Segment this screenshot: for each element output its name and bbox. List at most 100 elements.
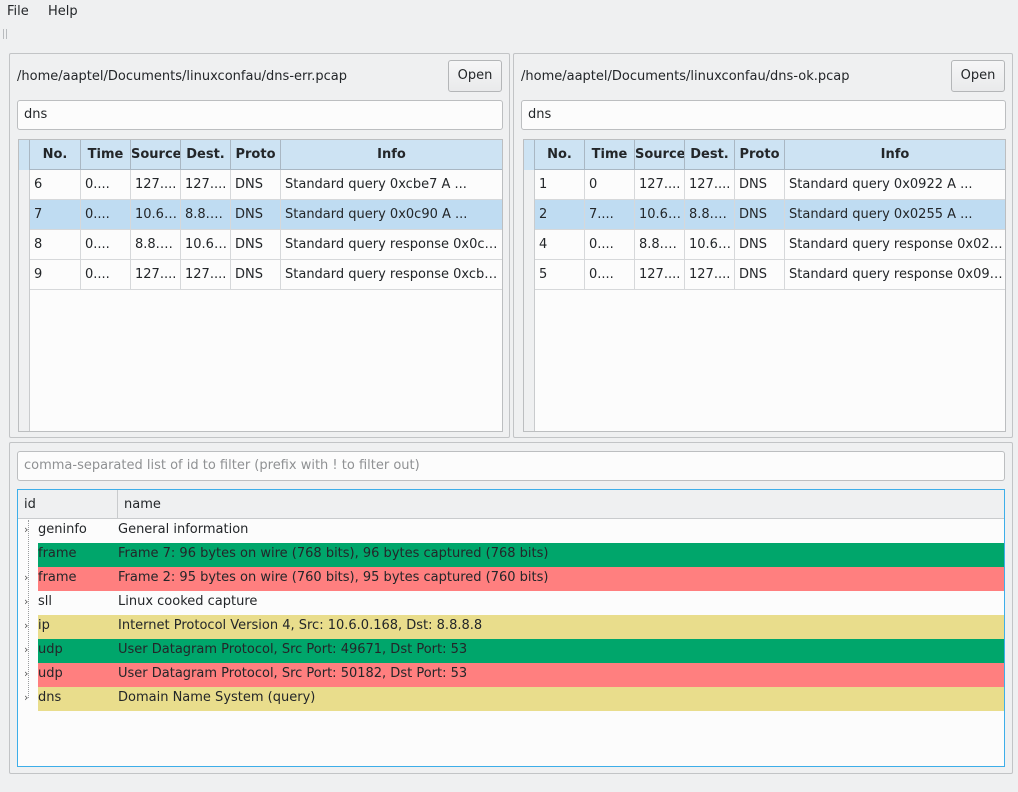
- cell-proto: DNS: [735, 200, 785, 230]
- menu-file[interactable]: File: [7, 4, 29, 19]
- table-row[interactable]: 5 0.... 127.... 127.... DNS Standard que…: [535, 260, 1005, 290]
- cell-info: Standard query response 0x0255...: [789, 237, 1005, 252]
- toolbar-handle[interactable]: [3, 29, 7, 39]
- tree-row-name: Domain Name System (query): [118, 690, 316, 705]
- tree-row-id: udp: [38, 642, 63, 657]
- menu-help[interactable]: Help: [48, 4, 78, 19]
- cell-time: 0: [585, 170, 635, 200]
- tree-row-name: Internet Protocol Version 4, Src: 10.6.0…: [118, 618, 483, 633]
- menu-bar: File Help: [0, 0, 1018, 24]
- cell-source: 127....: [635, 170, 685, 200]
- tree-row-name: Frame 2: 95 bytes on wire (760 bits), 95…: [118, 570, 549, 585]
- right-col-info[interactable]: Info: [785, 140, 1005, 170]
- right-col-source[interactable]: Source: [635, 140, 685, 170]
- table-row[interactable]: 7 0.... 10.6.... 8.8.8.8 DNS Standard qu…: [30, 200, 502, 230]
- right-vertical-header: [524, 170, 535, 431]
- left-open-button[interactable]: Open: [448, 60, 502, 92]
- right-open-button[interactable]: Open: [951, 60, 1005, 92]
- cell-proto: DNS: [231, 170, 281, 200]
- left-col-no[interactable]: No.: [30, 140, 81, 170]
- right-col-proto[interactable]: Proto: [735, 140, 785, 170]
- cell-time: 0....: [81, 260, 131, 290]
- left-vertical-header: [19, 170, 30, 431]
- tree-row-name: User Datagram Protocol, Src Port: 49671,…: [118, 642, 468, 657]
- cell-info: Standard query response 0x0c90 ...: [285, 237, 502, 252]
- expand-arrow-icon[interactable]: ›: [24, 663, 34, 687]
- tree-row-name: General information: [118, 522, 249, 537]
- tree-col-name[interactable]: name: [118, 490, 161, 519]
- left-filter-input[interactable]: dns: [17, 100, 503, 130]
- right-capture-panel: /home/aaptel/Documents/linuxconfau/dns-o…: [513, 53, 1013, 438]
- cell-no: 9: [30, 260, 81, 290]
- left-col-time[interactable]: Time: [81, 140, 131, 170]
- left-capture-panel: /home/aaptel/Documents/linuxconfau/dns-e…: [9, 53, 510, 438]
- tree-row[interactable]: sll Linux cooked capture: [38, 591, 1004, 615]
- left-col-source[interactable]: Source: [131, 140, 181, 170]
- tree-row[interactable]: frame Frame 2: 95 bytes on wire (760 bit…: [38, 567, 1004, 591]
- protocol-tree: id name › geninfo General information fr…: [17, 489, 1005, 767]
- right-col-dest[interactable]: Dest.: [685, 140, 735, 170]
- tree-col-id[interactable]: id: [18, 490, 118, 519]
- tree-row[interactable]: udp User Datagram Protocol, Src Port: 50…: [38, 663, 1004, 687]
- cell-dest: 127....: [685, 170, 735, 200]
- tree-row[interactable]: geninfo General information: [38, 519, 1004, 543]
- table-row[interactable]: 8 0.... 8.8.8.8 10.6.... DNS Standard qu…: [30, 230, 502, 260]
- expand-arrow-icon[interactable]: ›: [24, 567, 34, 591]
- tree-row-id: dns: [38, 690, 62, 705]
- left-file-path: /home/aaptel/Documents/linuxconfau/dns-e…: [17, 69, 348, 84]
- expand-arrow-icon[interactable]: ›: [24, 519, 34, 543]
- right-table-corner[interactable]: [524, 140, 535, 170]
- cell-no: 7: [30, 200, 81, 230]
- cell-dest: 10.6....: [181, 230, 231, 260]
- cell-info: Standard query 0x0255 A ...: [789, 207, 973, 222]
- expand-arrow-icon[interactable]: ›: [24, 615, 34, 639]
- left-col-proto[interactable]: Proto: [231, 140, 281, 170]
- cell-source: 127....: [635, 260, 685, 290]
- cell-time: 7....: [585, 200, 635, 230]
- cell-proto: DNS: [231, 230, 281, 260]
- cell-no: 1: [535, 170, 585, 200]
- tree-row[interactable]: dns Domain Name System (query): [38, 687, 1004, 711]
- expand-arrow-icon[interactable]: ›: [24, 687, 34, 711]
- right-file-path: /home/aaptel/Documents/linuxconfau/dns-o…: [521, 69, 850, 84]
- cell-source: 8.8.8.8: [131, 230, 181, 260]
- cell-dest: 8.8.8.8: [181, 200, 231, 230]
- cell-dest: 10.6....: [685, 230, 735, 260]
- left-table-header: No. Time Source Dest. Proto Info: [19, 140, 502, 170]
- tree-row-id: frame: [38, 546, 77, 561]
- cell-dest: 8.8.8.8: [685, 200, 735, 230]
- right-table-header: No. Time Source Dest. Proto Info: [524, 140, 1005, 170]
- left-col-info[interactable]: Info: [281, 140, 502, 170]
- tree-row-id: geninfo: [38, 522, 87, 537]
- table-row[interactable]: 4 0.... 8.8.8.8 10.6.... DNS Standard qu…: [535, 230, 1005, 260]
- cell-no: 2: [535, 200, 585, 230]
- tree-row-name: User Datagram Protocol, Src Port: 50182,…: [118, 666, 468, 681]
- left-table-corner[interactable]: [19, 140, 30, 170]
- cell-time: 0....: [585, 230, 635, 260]
- cell-proto: DNS: [231, 200, 281, 230]
- tree-row[interactable]: frame Frame 7: 96 bytes on wire (768 bit…: [38, 543, 1004, 567]
- right-col-no[interactable]: No.: [535, 140, 585, 170]
- right-filter-input[interactable]: dns: [521, 100, 1006, 130]
- tree-row-id: udp: [38, 666, 63, 681]
- tree-row-id: sll: [38, 594, 52, 609]
- cell-no: 5: [535, 260, 585, 290]
- cell-info: Standard query response 0x0922...: [789, 267, 1005, 282]
- cell-source: 10.6....: [131, 200, 181, 230]
- tree-row[interactable]: udp User Datagram Protocol, Src Port: 49…: [38, 639, 1004, 663]
- expand-arrow-icon[interactable]: ›: [24, 591, 34, 615]
- expand-arrow-icon[interactable]: ›: [24, 639, 34, 663]
- cell-source: 127....: [131, 170, 181, 200]
- left-col-dest[interactable]: Dest.: [181, 140, 231, 170]
- right-col-time[interactable]: Time: [585, 140, 635, 170]
- table-row[interactable]: 2 7.... 10.6.... 8.8.8.8 DNS Standard qu…: [535, 200, 1005, 230]
- tree-row[interactable]: ip Internet Protocol Version 4, Src: 10.…: [38, 615, 1004, 639]
- id-filter-input[interactable]: comma-separated list of id to filter (pr…: [17, 451, 1005, 481]
- cell-source: 10.6....: [635, 200, 685, 230]
- cell-proto: DNS: [735, 170, 785, 200]
- table-row[interactable]: 1 0 127.... 127.... DNS Standard query 0…: [535, 170, 1005, 200]
- table-row[interactable]: 6 0.... 127.... 127.... DNS Standard que…: [30, 170, 502, 200]
- cell-time: 0....: [81, 170, 131, 200]
- cell-source: 127....: [131, 260, 181, 290]
- table-row[interactable]: 9 0.... 127.... 127.... DNS Standard que…: [30, 260, 502, 290]
